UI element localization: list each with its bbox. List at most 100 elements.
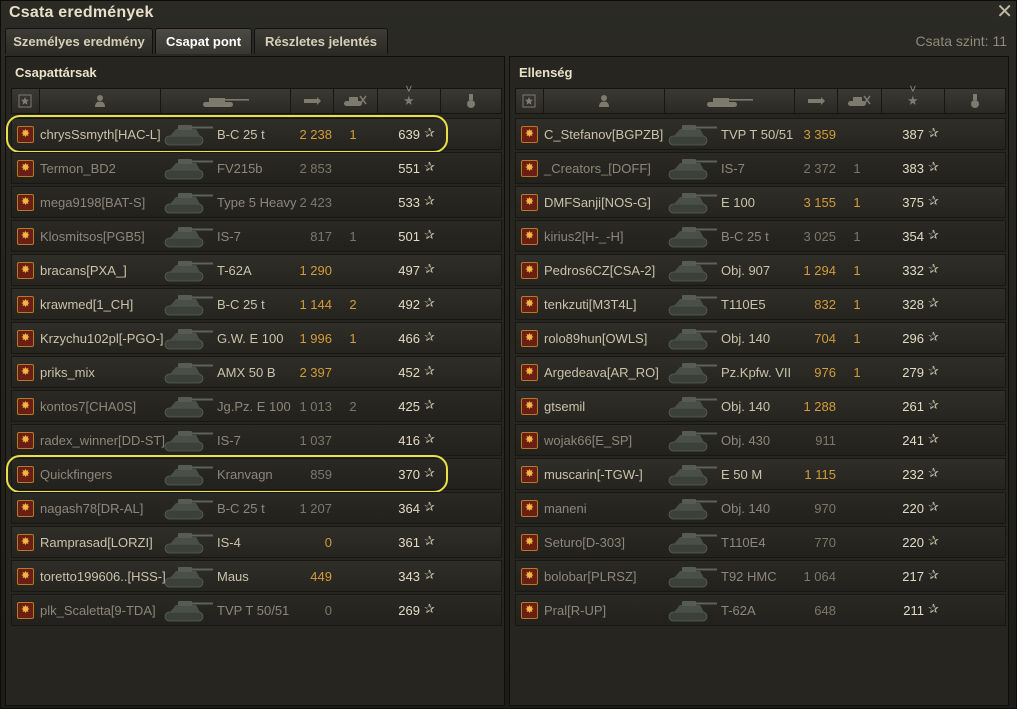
tank-name: T-62A xyxy=(217,263,252,278)
player-row[interactable]: ✸ krawmed[1_CH] B-C 25 t 1 144 2 492 ✰ xyxy=(11,288,502,320)
tank-image-icon xyxy=(162,222,214,250)
squad-badge-icon: ✸ xyxy=(17,364,34,381)
tank-name: Maus xyxy=(217,569,249,584)
tank-image-icon xyxy=(162,562,214,590)
player-row[interactable]: ✸ C_Stefanov[BGPZB] TVP T 50/51 3 359 387 ✰ xyxy=(515,118,1006,150)
player-row[interactable]: ✸ Quickfingers Kranvagn 859 370 ✰ xyxy=(11,458,502,490)
player-name: Klosmitsos[PGB5] xyxy=(40,229,145,244)
xp-value: 232 xyxy=(902,467,924,482)
damage-value: 704 xyxy=(814,331,836,346)
tank-image-icon xyxy=(666,154,718,182)
tab-team-score[interactable]: Csapat pont xyxy=(155,28,252,54)
kills-icon[interactable] xyxy=(334,89,378,113)
player-row[interactable]: ✸ rolo89hun[OWLS] Obj. 140 704 1 296 ✰ xyxy=(515,322,1006,354)
damage-icon[interactable] xyxy=(291,89,334,113)
tank-name: T110E4 xyxy=(721,535,766,550)
player-row[interactable]: ✸ Klosmitsos[PGB5] IS-7 817 1 501 ✰ xyxy=(11,220,502,252)
tank-name: B-C 25 t xyxy=(217,501,265,516)
player-row[interactable]: ✸ gtsemil Obj. 140 1 288 261 ✰ xyxy=(515,390,1006,422)
player-row[interactable]: ✸ bolobar[PLRSZ] T92 HMC 1 064 217 ✰ xyxy=(515,560,1006,592)
tank-name: Kranvagn xyxy=(217,467,273,482)
player-row[interactable]: ✸ mega9198[BAT-S] Type 5 Heavy 2 423 533 ✰ xyxy=(11,186,502,218)
star-icon: ✰ xyxy=(928,295,939,310)
star-icon: ✰ xyxy=(928,363,939,378)
player-icon[interactable] xyxy=(544,89,666,113)
damage-icon[interactable] xyxy=(795,89,838,113)
player-row[interactable]: ✸ DMFSanji[NOS-G] E 100 3 155 1 375 ✰ xyxy=(515,186,1006,218)
xp-star-icon[interactable]: ★ xyxy=(378,89,442,113)
squad-badge-icon: ✸ xyxy=(17,398,34,415)
player-name: plk_Scaletta[9-TDA] xyxy=(40,603,156,618)
player-row[interactable]: ✸ bracans[PXA_] T-62A 1 290 497 ✰ xyxy=(11,254,502,286)
player-row[interactable]: ✸ Pral[R-UP] T-62A 648 211 ✰ xyxy=(515,594,1006,626)
player-row[interactable]: ✸ kontos7[CHA0S] Jg.Pz. E 100 1 013 2 425 ✰ xyxy=(11,390,502,422)
star-icon: ✰ xyxy=(928,125,939,140)
player-row[interactable]: ✸ Termon_BD2 FV215b 2 853 551 ✰ xyxy=(11,152,502,184)
tank-name: T-62A xyxy=(721,603,756,618)
damage-value: 0 xyxy=(324,603,332,618)
tank-image-icon xyxy=(162,324,214,352)
squad-icon[interactable] xyxy=(12,89,40,113)
player-row[interactable]: ✸ chrysSsmyth[HAC-L] B-C 25 t 2 238 1 639 ✰ xyxy=(11,118,502,150)
xp-star-icon[interactable]: ★ xyxy=(882,89,946,113)
player-row[interactable]: ✸ Ramprasad[LORZI] IS-4 0 361 ✰ xyxy=(11,526,502,558)
player-row[interactable]: ✸ Krzychu102pl[-PGO-] G.W. E 100 1 996 1 466 ✰ xyxy=(11,322,502,354)
damage-value: 449 xyxy=(310,569,332,584)
xp-value: 217 xyxy=(902,569,924,584)
tank-image-icon xyxy=(666,324,718,352)
kills-icon[interactable] xyxy=(838,89,882,113)
tab-personal-results[interactable]: Személyes eredmény xyxy=(5,28,153,54)
squad-badge-icon: ✸ xyxy=(17,160,34,177)
xp-value: 497 xyxy=(398,263,420,278)
player-row[interactable]: ✸ maneni Obj. 140 970 220 ✰ xyxy=(515,492,1006,524)
tank-name: B-C 25 t xyxy=(217,297,265,312)
player-row[interactable]: ✸ Seturo[D-303] T110E4 770 220 ✰ xyxy=(515,526,1006,558)
star-icon: ✰ xyxy=(928,159,939,174)
tank-icon[interactable] xyxy=(665,89,795,113)
player-row[interactable]: ✸ _Creators_[DOFF] IS-7 2 372 1 383 ✰ xyxy=(515,152,1006,184)
player-icon[interactable] xyxy=(40,89,162,113)
squad-icon[interactable] xyxy=(516,89,544,113)
allies-list: ✸ chrysSsmyth[HAC-L] B-C 25 t 2 238 1 639 ✰ ✸ Te… xyxy=(6,115,502,628)
star-icon: ✰ xyxy=(928,431,939,446)
player-row[interactable]: ✸ radex_winner[DD-ST] IS-7 1 037 416 ✰ xyxy=(11,424,502,456)
medal-icon[interactable] xyxy=(945,89,1005,113)
close-icon[interactable]: ✕ xyxy=(996,1,1013,23)
player-row[interactable]: ✸ Argedeava[AR_RO] Pz.Kpfw. VII 976 1 279 ✰ xyxy=(515,356,1006,388)
kills-value: 2 xyxy=(349,399,357,414)
damage-value: 2 423 xyxy=(299,195,332,210)
squad-badge-icon: ✸ xyxy=(17,466,34,483)
player-name: _Creators_[DOFF] xyxy=(544,161,651,176)
squad-badge-icon: ✸ xyxy=(521,432,538,449)
tab-detailed-report[interactable]: Részletes jelentés xyxy=(254,28,388,54)
squad-badge-icon: ✸ xyxy=(17,330,34,347)
xp-value: 279 xyxy=(902,365,924,380)
player-row[interactable]: ✸ toretto199606..[HSS-] Maus 449 343 ✰ xyxy=(11,560,502,592)
player-row[interactable]: ✸ Pedros6CZ[CSA-2] Obj. 907 1 294 1 332 ✰ xyxy=(515,254,1006,286)
player-row[interactable]: ✸ muscarin[-TGW-] E 50 M 1 115 232 ✰ xyxy=(515,458,1006,490)
player-row[interactable]: ✸ plk_Scaletta[9-TDA] TVP T 50/51 0 269 ✰ xyxy=(11,594,502,626)
squad-badge-icon: ✸ xyxy=(521,330,538,347)
tank-name: E 50 M xyxy=(721,467,763,482)
player-row[interactable]: ✸ wojak66[E_SP] Obj. 430 911 241 ✰ xyxy=(515,424,1006,456)
player-row[interactable]: ✸ nagash78[DR-AL] B-C 25 t 1 207 364 ✰ xyxy=(11,492,502,524)
squad-badge-icon: ✸ xyxy=(521,160,538,177)
player-row[interactable]: ✸ kirius2[H-_-H] B-C 25 t 3 025 1 354 ✰ xyxy=(515,220,1006,252)
damage-value: 970 xyxy=(814,501,836,516)
tank-name: IS-7 xyxy=(217,229,241,244)
star-icon: ✰ xyxy=(928,465,939,480)
kills-value: 1 xyxy=(853,331,861,346)
xp-value: 343 xyxy=(398,569,420,584)
player-row[interactable]: ✸ priks_mix AMX 50 B 2 397 452 ✰ xyxy=(11,356,502,388)
tank-image-icon xyxy=(162,290,214,318)
star-icon: ✰ xyxy=(424,295,435,310)
player-name: Pedros6CZ[CSA-2] xyxy=(544,263,656,278)
squad-badge-icon: ✸ xyxy=(521,126,538,143)
tank-image-icon xyxy=(162,120,214,148)
xp-value: 452 xyxy=(398,365,420,380)
player-row[interactable]: ✸ tenkzuti[M3T4L] T110E5 832 1 328 ✰ xyxy=(515,288,1006,320)
tank-icon[interactable] xyxy=(161,89,291,113)
tank-image-icon xyxy=(162,460,214,488)
medal-icon[interactable] xyxy=(441,89,501,113)
tank-image-icon xyxy=(666,256,718,284)
